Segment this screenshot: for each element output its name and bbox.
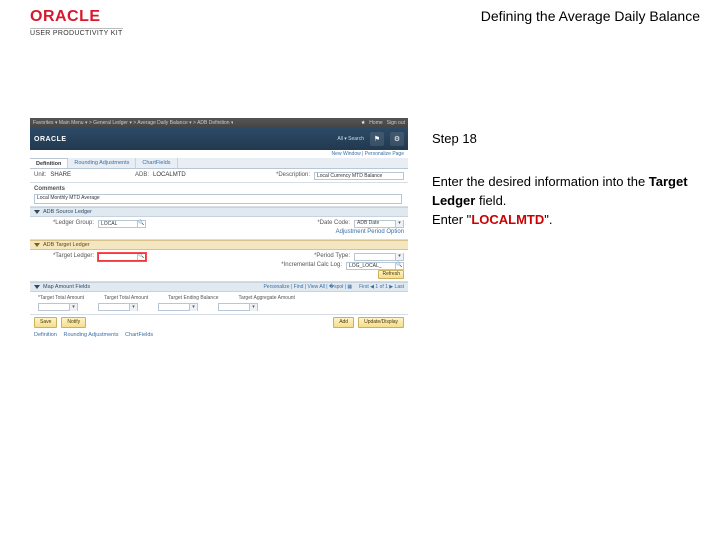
signout-link[interactable]: Sign out — [387, 120, 405, 126]
favorite-icon[interactable]: ★ — [361, 120, 365, 126]
target-ledger-body: *Target Ledger: 🔍 *Period Type: ▾ *Incre… — [30, 250, 408, 282]
bottom-link-chartfields[interactable]: ChartFields — [125, 332, 153, 338]
col-target-total-amt-1: *Target Total Amount — [38, 295, 84, 301]
map-amount-header[interactable]: Map Amount Fields Personalize | Find | V… — [30, 282, 408, 292]
col-target-ending-bal: Target Ending Balance — [168, 295, 218, 301]
page-tabs: Definition Rounding Adjustments ChartFie… — [30, 158, 408, 169]
instruction-text: Enter the desired information into the T… — [432, 173, 702, 230]
date-code-label: *Date Code: — [317, 219, 350, 228]
tab-chartfields[interactable]: ChartFields — [136, 158, 177, 168]
app-screenshot: Favorites ▾ Main Menu ▾ > General Ledger… — [30, 118, 408, 340]
bottom-tab-links: Definition Rounding Adjustments ChartFie… — [30, 330, 408, 340]
search-icon[interactable]: 🔍 — [138, 220, 146, 228]
page-title: Defining the Average Daily Balance — [481, 8, 700, 24]
chevron-down-icon — [34, 210, 40, 214]
search-icon[interactable]: 🔍 — [396, 262, 404, 270]
date-code-select[interactable]: ADB Date▾ — [354, 220, 404, 228]
ledger-group-label: *Ledger Group: — [34, 219, 94, 228]
tab-rounding[interactable]: Rounding Adjustments — [68, 158, 136, 168]
grid-toolbar[interactable]: Personalize | Find | View All | �społ | … — [263, 284, 352, 290]
update-display-button[interactable]: Update/Display — [358, 317, 404, 328]
page-links[interactable]: New Window | Personalize Page — [30, 150, 408, 158]
step-label: Step 18 — [432, 130, 702, 149]
flag-icon[interactable]: ⚑ — [370, 132, 384, 146]
period-type-select[interactable]: ▾ — [354, 253, 404, 261]
incremental-calc-input[interactable]: LOG_LOCAL_🔍 — [346, 262, 404, 270]
chevron-down-icon — [34, 243, 40, 247]
unit-value: SHARE — [50, 171, 71, 180]
app-bar: ORACLE All ▾ Search ⚑ ⚙ — [30, 128, 408, 150]
notify-button[interactable]: Notify — [61, 317, 86, 328]
ledger-group-input[interactable]: LOCAL🔍 — [98, 220, 146, 228]
home-link[interactable]: Home — [369, 120, 382, 126]
product-name: USER PRODUCTIVITY KIT — [30, 28, 123, 37]
save-button[interactable]: Save — [34, 317, 57, 328]
search-icon[interactable]: 🔍 — [138, 253, 146, 261]
instruction-panel: Step 18 Enter the desired information in… — [432, 130, 702, 229]
app-logo: ORACLE — [34, 136, 67, 143]
bottom-link-definition[interactable]: Definition — [34, 332, 57, 338]
comments-section: Comments Local Monthly MTD Average — [30, 183, 408, 207]
grid-select-3[interactable]: ▾ — [158, 303, 198, 311]
brand-logo: ORACLE — [30, 8, 123, 26]
col-target-aggregate: Target Aggregate Amount — [238, 295, 294, 301]
target-ledger-header[interactable]: ADB Target Ledger — [30, 240, 408, 250]
tab-definition[interactable]: Definition — [30, 158, 68, 168]
period-type-label: *Period Type: — [314, 252, 350, 261]
map-amount-body: *Target Total Amount Target Total Amount… — [30, 292, 408, 315]
breadcrumb[interactable]: Favorites ▾ Main Menu ▾ > General Ledger… — [33, 120, 233, 126]
refresh-button[interactable]: Refresh — [378, 270, 404, 279]
brand-block: ORACLE USER PRODUCTIVITY KIT — [30, 8, 123, 37]
adj-period-link[interactable]: Adjustment Period Option — [336, 228, 404, 237]
grid-select-2[interactable]: ▾ — [98, 303, 138, 311]
grid-row: ▾ ▾ ▾ ▾ — [34, 302, 404, 312]
source-ledger-body: *Ledger Group: LOCAL🔍 *Date Code: ADB Da… — [30, 217, 408, 240]
form-footer: Save Notify Add Update/Display — [30, 315, 408, 330]
source-ledger-header[interactable]: ADB Source Ledger — [30, 207, 408, 217]
chevron-down-icon — [34, 285, 40, 289]
breadcrumb-bar: Favorites ▾ Main Menu ▾ > General Ledger… — [30, 118, 408, 128]
comments-label: Comments — [34, 185, 65, 194]
col-target-total-amt-2: Target Total Amount — [104, 295, 148, 301]
chevron-down-icon: ▾ — [395, 253, 403, 260]
gear-icon[interactable]: ⚙ — [390, 132, 404, 146]
target-ledger-input[interactable]: 🔍 — [98, 253, 146, 261]
target-ledger-label: *Target Ledger: — [34, 252, 94, 261]
comments-input[interactable]: Local Monthly MTD Average — [34, 194, 402, 204]
grid-select-1[interactable]: ▾ — [38, 303, 78, 311]
search-scope[interactable]: All ▾ Search — [337, 136, 364, 142]
definition-section: Unit: SHARE ADB: LOCALMTD *Description: … — [30, 169, 408, 183]
desc-label: *Description: — [276, 171, 310, 180]
unit-label: Unit: — [34, 171, 46, 180]
incremental-calc-label: *Incremental Calc Log: — [281, 261, 342, 270]
adb-label: ADB: — [135, 171, 149, 180]
grid-nav[interactable]: First ◀ 1 of 1 ▶ Last — [359, 284, 404, 290]
grid-header: *Target Total Amount Target Total Amount… — [34, 294, 404, 302]
grid-select-4[interactable]: ▾ — [218, 303, 258, 311]
adb-value: LOCALMTD — [153, 171, 186, 180]
add-button[interactable]: Add — [333, 317, 354, 328]
bottom-link-rounding[interactable]: Rounding Adjustments — [63, 332, 118, 338]
chevron-down-icon: ▾ — [395, 220, 403, 227]
desc-input[interactable]: Local Currency MTD Balance — [314, 172, 404, 180]
